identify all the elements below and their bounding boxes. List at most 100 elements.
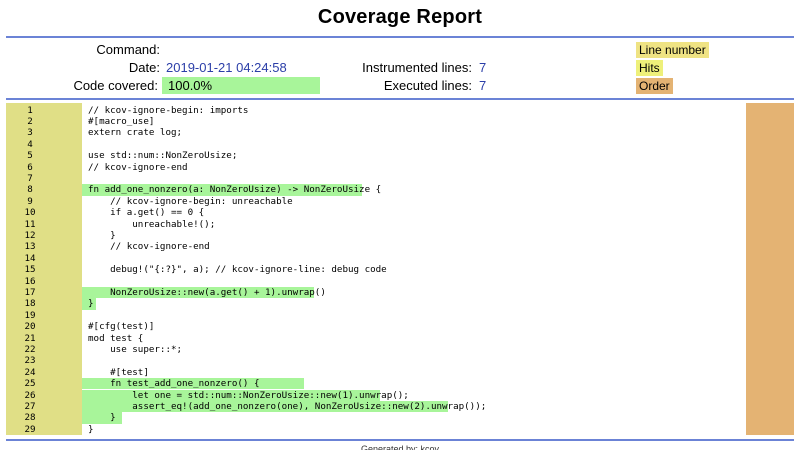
instrumented-lines-label: Instrumented lines:	[362, 60, 472, 75]
source-line: 9 // kcov-ignore-begin: unreachable	[6, 196, 746, 207]
line-number: 20	[24, 321, 36, 333]
line-number: 27	[24, 400, 36, 412]
code-text: // kcov-ignore-end	[88, 241, 210, 253]
source-line: 24 #[test]	[6, 367, 746, 378]
line-number: 1	[27, 104, 33, 116]
code-text: debug!("{:?}", a); // kcov-ignore-line: …	[88, 264, 387, 276]
line-number: 13	[24, 241, 36, 253]
line-number: 29	[24, 423, 36, 435]
source-line: 25 fn test_add_one_nonzero() {	[6, 378, 746, 389]
code-text: }	[88, 298, 94, 310]
source-line: 11 unreachable!();	[6, 219, 746, 230]
covered-value: 100.0%	[168, 78, 213, 93]
line-number: 10	[24, 207, 36, 219]
line-number: 24	[24, 366, 36, 378]
source-line: 6 // kcov-ignore-end	[6, 162, 746, 173]
source-line: 14	[6, 253, 746, 264]
source-line: 16	[6, 276, 746, 287]
source-line: 27 assert_eq!(add_one_nonzero(one), NonZ…	[6, 401, 746, 412]
source-line: 4	[6, 139, 746, 150]
line-number: 9	[27, 195, 33, 207]
line-number: 11	[24, 218, 36, 230]
legend-order: Order	[636, 78, 673, 94]
source-line: 13 // kcov-ignore-end	[6, 241, 746, 252]
line-number: 23	[24, 355, 36, 367]
source-line: 8 fn add_one_nonzero(a: NonZeroUsize) -> …	[6, 184, 746, 195]
executed-lines-value: 7	[479, 78, 487, 93]
page-title: Coverage Report	[317, 6, 483, 28]
covered-label: Code covered:	[73, 78, 158, 93]
source-line: 5 use std::num::NonZeroUsize;	[6, 150, 746, 161]
code-text: assert_eq!(add_one_nonzero(one), NonZero…	[88, 400, 487, 412]
top-divider	[6, 36, 794, 38]
code-text: unreachable!();	[88, 218, 216, 230]
line-number: 3	[27, 127, 33, 139]
line-number: 6	[27, 161, 33, 173]
source-line: 22 use super::*;	[6, 344, 746, 355]
line-number: 28	[24, 412, 36, 424]
source-line: 19	[6, 310, 746, 321]
line-number: 5	[27, 150, 33, 162]
source-line: 17 NonZeroUsize::new(a.get() + 1).unwrap…	[6, 287, 746, 298]
source-line: 12 }	[6, 230, 746, 241]
order-column	[746, 103, 794, 435]
source-listing[interactable]: 1 // kcov-ignore-begin: imports 2 #[macro_u…	[6, 103, 794, 435]
code-text: #[cfg(test)]	[88, 321, 155, 333]
line-number: 17	[24, 286, 36, 298]
legend-hits: Hits	[636, 60, 663, 76]
source-line: 2 #[macro_use]	[6, 116, 746, 127]
legend-line-number: Line number	[636, 42, 709, 58]
line-number: 8	[27, 184, 33, 196]
code-text: mod test {	[88, 332, 144, 344]
code-text: let one = std::num::NonZeroUsize::new(1)…	[88, 389, 409, 401]
source-line: 18}	[6, 298, 746, 309]
code-text: }	[88, 423, 94, 435]
source-line: 20 #[cfg(test)]	[6, 321, 746, 332]
date-label: Date:	[128, 60, 160, 75]
code-text: }	[88, 412, 116, 424]
source-line: 29}	[6, 424, 746, 435]
line-number: 22	[24, 343, 36, 355]
source-line: 3 extern crate log;	[6, 127, 746, 138]
source-line: 28 }	[6, 412, 746, 423]
source-line: 21 mod test {	[6, 333, 746, 344]
source-line: 10 if a.get() == 0 {	[6, 207, 746, 218]
code-text: use std::num::NonZeroUsize;	[88, 150, 238, 162]
mid-divider	[6, 98, 794, 100]
source-line: 7	[6, 173, 746, 184]
line-number: 4	[27, 138, 33, 150]
code-text: fn add_one_nonzero(a: NonZeroUsize) -> N…	[88, 184, 382, 196]
code-text: }	[88, 229, 116, 241]
line-number: 18	[24, 298, 36, 310]
source-line: 1 // kcov-ignore-begin: imports	[6, 105, 746, 116]
line-number: 12	[24, 229, 36, 241]
line-number: 16	[24, 275, 36, 287]
source-line: 23	[6, 355, 746, 366]
source-line: 26 let one = std::num::NonZeroUsize::new…	[6, 390, 746, 401]
code-text: // kcov-ignore-begin: unreachable	[88, 195, 293, 207]
line-number: 7	[27, 172, 33, 184]
code-text: // kcov-ignore-end	[88, 161, 188, 173]
line-number: 2	[27, 115, 33, 127]
line-number: 26	[24, 389, 36, 401]
bottom-divider	[6, 439, 794, 441]
code-text: if a.get() == 0 {	[88, 207, 205, 219]
line-number: 15	[24, 264, 36, 276]
code-text: use super::*;	[88, 343, 183, 355]
code-text: extern crate log;	[88, 127, 183, 139]
line-number: 25	[24, 378, 36, 390]
code-text: // kcov-ignore-begin: imports	[88, 104, 249, 116]
line-number: 14	[24, 252, 36, 264]
code-text: fn test_add_one_nonzero() {	[88, 378, 260, 390]
executed-lines-label: Executed lines:	[383, 78, 472, 93]
footer-text: Generated by: kcov	[360, 444, 440, 450]
line-number: 19	[24, 309, 36, 321]
date-value: 2019-01-21 04:24:58	[166, 60, 287, 75]
code-text: NonZeroUsize::new(a.get() + 1).unwrap()	[88, 286, 326, 298]
code-text: #[macro_use]	[88, 115, 155, 127]
source-line: 15 debug!("{:?}", a); // kcov-ignore-lin…	[6, 264, 746, 275]
instrumented-lines-value: 7	[479, 60, 487, 75]
command-label: Command:	[96, 42, 160, 57]
line-number: 21	[24, 332, 36, 344]
code-text: #[test]	[88, 366, 149, 378]
